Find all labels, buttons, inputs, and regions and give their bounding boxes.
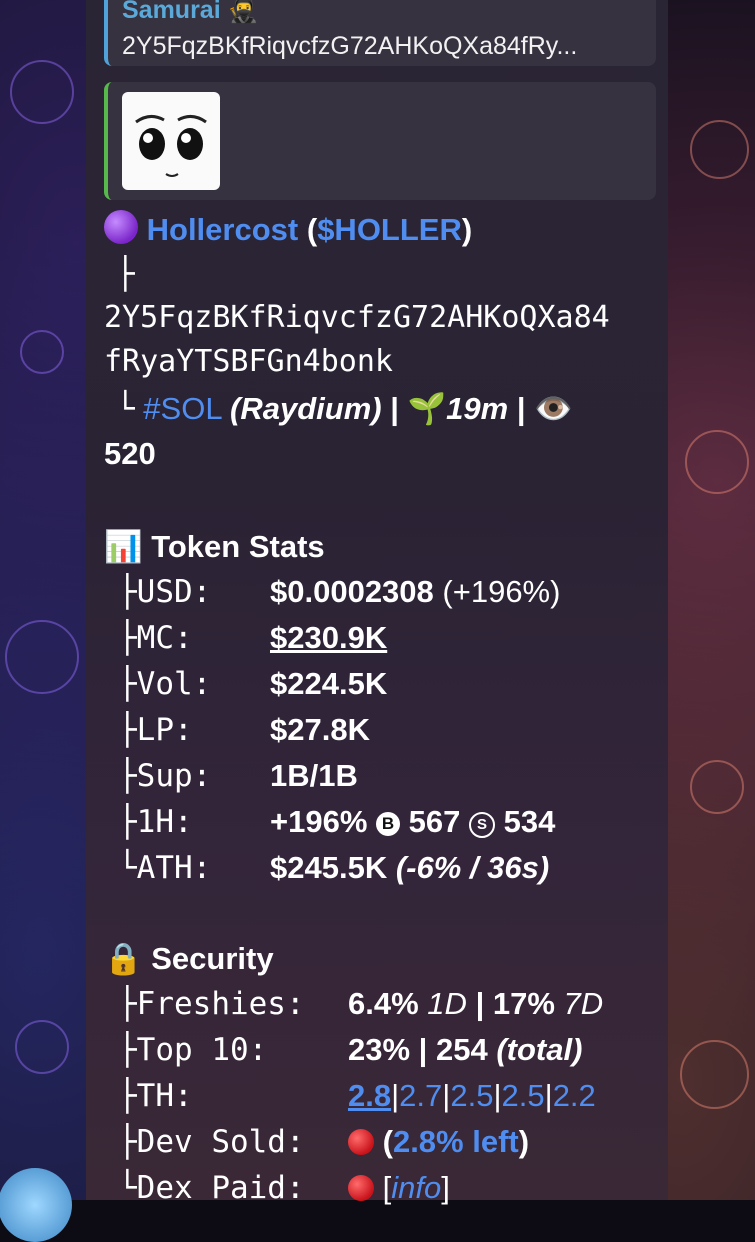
dev-sold-link[interactable]: 2.8% left	[393, 1124, 519, 1159]
security-row-th: ├TH: 2.8|2.7|2.5|2.5|2.2	[118, 1078, 596, 1114]
stat-row-1h: ├1H: +196% B 567 S 534	[118, 804, 556, 840]
mc-link[interactable]: $230.9K	[270, 620, 387, 656]
stat-row-supply: ├Sup: 1B/1B	[118, 758, 358, 794]
address-branch: ├	[116, 256, 135, 292]
token-name-link[interactable]: Hollercost	[147, 212, 299, 247]
eye-icon: 👁️	[534, 391, 573, 426]
seedling-icon: 🌱	[407, 391, 447, 426]
security-row-freshies: ├Freshies: 6.4% 1D | 17% 7D	[118, 986, 604, 1022]
wallpaper-doodle	[5, 620, 79, 694]
token-ticker-link[interactable]: $HOLLER	[317, 212, 462, 247]
wallpaper-doodle	[20, 330, 64, 374]
lock-icon: 🔒	[104, 941, 143, 976]
wallpaper-doodle	[10, 60, 74, 124]
th-link[interactable]: 2.5	[502, 1078, 545, 1113]
token-address-line1[interactable]: 2Y5FqzBKfRiqvcfzG72AHKoQXa84	[104, 300, 610, 335]
purple-circle-icon	[104, 210, 138, 244]
stat-row-mc: ├MC: $230.9K	[118, 620, 388, 656]
wallpaper-doodle	[15, 1020, 69, 1074]
stat-row-ath: └ATH: $245.5K (-6% / 36s)	[118, 850, 550, 886]
views-count: 520	[104, 436, 156, 471]
token-age: 19m	[446, 391, 509, 426]
red-circle-icon	[348, 1175, 374, 1201]
stat-row-lp: ├LP: $27.8K	[118, 712, 370, 748]
wallpaper-doodle	[690, 120, 749, 179]
th-link[interactable]: 2.7	[399, 1078, 442, 1113]
red-circle-icon	[348, 1129, 374, 1155]
stat-row-vol: ├Vol: $224.5K	[118, 666, 388, 702]
security-row-dev-sold: ├Dev Sold: (2.8% left)	[118, 1124, 530, 1160]
reply-text: 2Y5FqzBKfRiqvcfzG72AHKoQXa84fRy...	[122, 32, 578, 60]
token-title: Hollercost ($HOLLER)	[104, 210, 472, 248]
dex-name: (Raydium)	[230, 391, 382, 426]
th-link[interactable]: 2.2	[553, 1078, 596, 1113]
security-row-dex-paid: └Dex Paid: [info]	[118, 1170, 450, 1206]
token-stats-heading: 📊 Token Stats	[104, 529, 325, 564]
chain-branch: └	[116, 391, 135, 427]
bar-chart-icon: 📊	[104, 529, 143, 564]
reply-quote[interactable]: Samurai 🥷 2Y5FqzBKfRiqvcfzG72AHKoQXa84fR…	[104, 0, 656, 66]
stat-row-usd: ├USD: $0.0002308 (+196%)	[118, 574, 561, 610]
sells-icon: S	[469, 812, 495, 838]
security-row-top10: ├Top 10: 23% | 254 (total)	[118, 1032, 583, 1068]
anime-face-icon	[135, 115, 207, 177]
wallpaper-doodle	[680, 1040, 749, 1109]
reply-author: Samurai 🥷	[122, 0, 259, 24]
th-link[interactable]: 2.5	[450, 1078, 493, 1113]
wallpaper-doodle	[690, 760, 744, 814]
buys-icon: B	[376, 812, 401, 836]
chain-info: └ #SOL (Raydium) | 🌱19m | 👁️	[116, 391, 573, 427]
security-heading: 🔒 Security	[104, 941, 274, 976]
stat-value: $0.0002308	[270, 574, 434, 609]
token-image[interactable]	[122, 92, 220, 190]
th-link[interactable]: 2.8	[348, 1078, 391, 1113]
wallpaper-doodle	[685, 430, 749, 494]
link-preview[interactable]	[104, 82, 656, 200]
token-address-line2[interactable]: fRyaYTSBFGn4bonk	[104, 344, 393, 379]
chain-hashtag[interactable]: #SOL	[143, 391, 221, 426]
sender-avatar[interactable]	[0, 1168, 72, 1242]
